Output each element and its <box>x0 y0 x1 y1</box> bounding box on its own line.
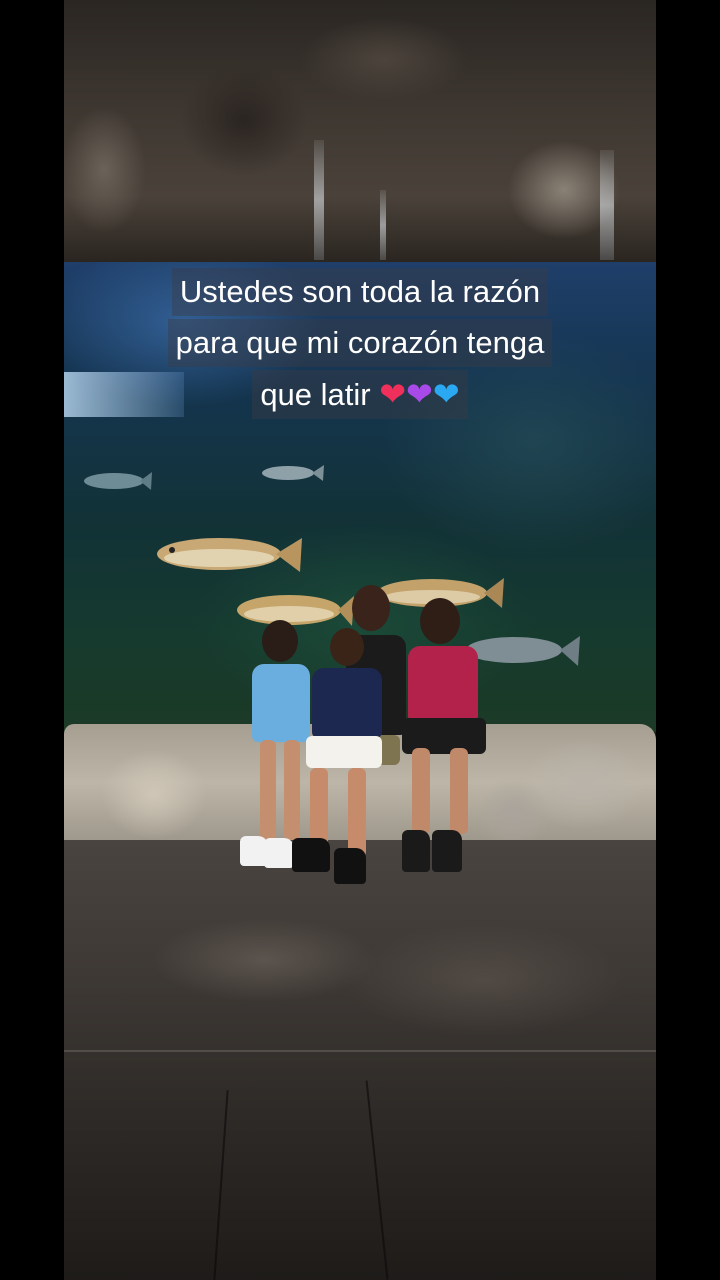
waterfall <box>380 190 386 260</box>
caption-line-3-text: que latir <box>260 377 371 412</box>
video-frame[interactable] <box>64 0 656 1280</box>
floor-seam <box>64 1050 656 1090</box>
blue-heart-icon: ❤ <box>432 376 460 412</box>
fish-image <box>262 465 324 481</box>
person-boy-small <box>292 628 390 888</box>
person-boy-older <box>402 598 502 878</box>
fish-image <box>84 472 152 490</box>
caption-line-3: que latir ❤❤❤ <box>252 370 468 419</box>
floor <box>64 840 656 1280</box>
waterfall <box>314 140 324 260</box>
video-screen[interactable]: Ustedes son toda la razón para que mi co… <box>0 0 720 1280</box>
floor-crack <box>213 1090 229 1280</box>
rock-ceiling-image <box>64 0 656 262</box>
purple-heart-icon: ❤ <box>406 376 433 412</box>
caption-line-1: Ustedes son toda la razón <box>171 268 549 316</box>
floor-crack <box>365 1080 389 1280</box>
fish-image <box>157 538 302 572</box>
waterfall <box>600 150 614 260</box>
video-caption: Ustedes son toda la razón para que mi co… <box>0 268 720 421</box>
caption-line-2: para que mi corazón tenga <box>167 319 553 367</box>
red-heart-icon: ❤ <box>379 376 407 412</box>
